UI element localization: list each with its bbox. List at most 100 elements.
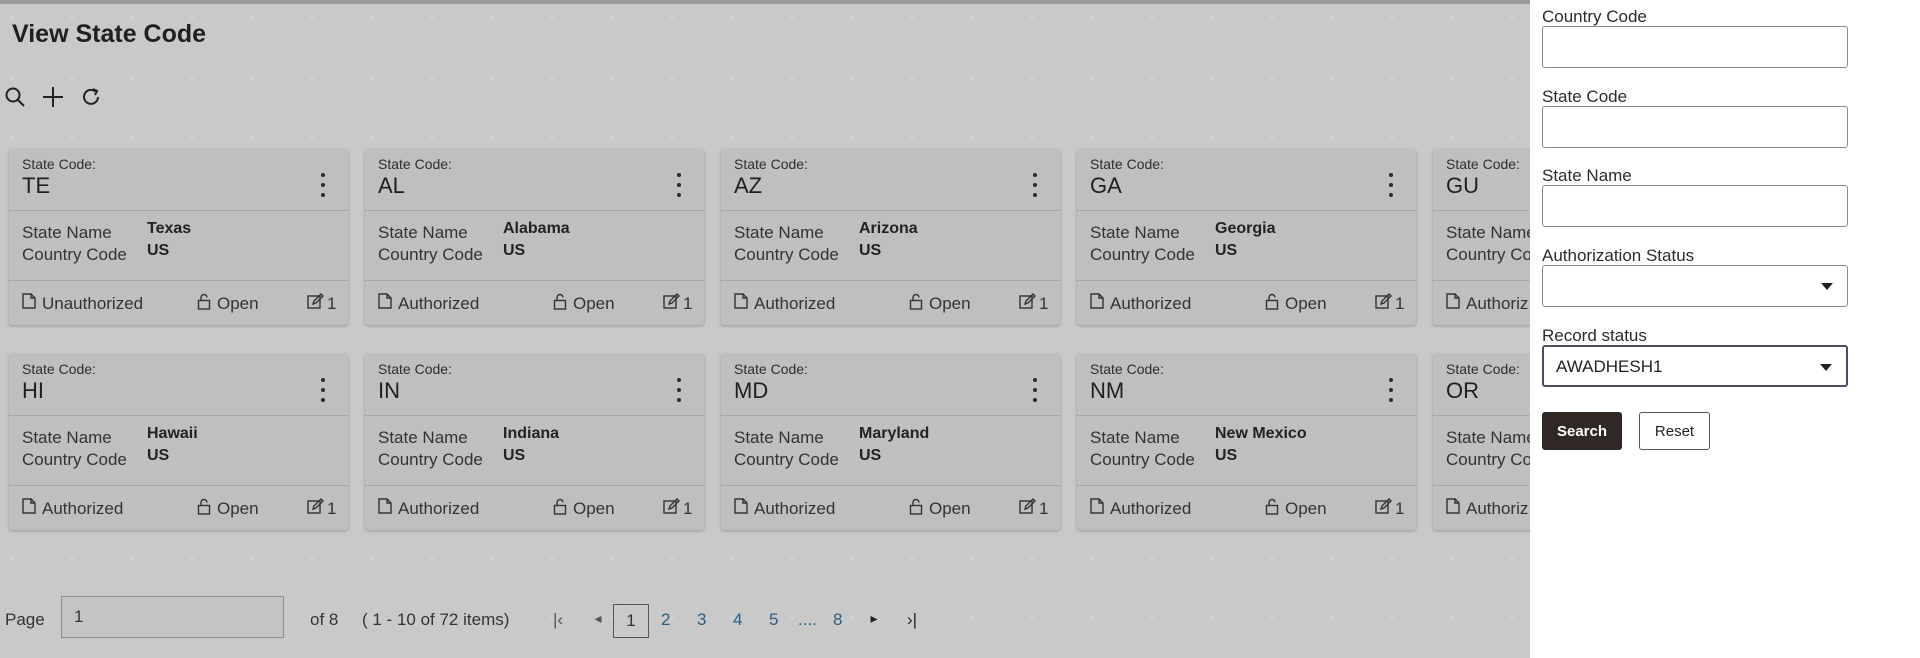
record-status-text: Open xyxy=(573,294,615,313)
state-name-label: State Name xyxy=(1446,223,1530,242)
add-icon[interactable] xyxy=(40,84,66,110)
first-page-icon[interactable]: |‹ xyxy=(548,610,568,630)
card-footer: Authorized Open 1 xyxy=(9,486,348,530)
country-code-value: US xyxy=(1215,447,1238,464)
authorization-status: Authorized xyxy=(1090,293,1191,314)
state-code-value: NM xyxy=(1090,378,1125,403)
state-card[interactable]: State Code: IN State Name Indiana Country Co… xyxy=(365,354,704,530)
main-content-area: View State Code State Code: TE State Name T… xyxy=(0,0,1530,658)
state-code-input[interactable] xyxy=(1542,106,1848,148)
card-body: State Name New Mexico Country Code US xyxy=(1077,416,1416,486)
unlock-icon xyxy=(553,498,567,520)
card-footer: AuthorizOpen xyxy=(1433,486,1530,530)
unlock-icon xyxy=(909,498,923,520)
document-icon xyxy=(378,498,392,519)
country-code-value: US xyxy=(503,242,526,259)
modification-count-value: 1 xyxy=(327,499,337,518)
more-options-icon[interactable] xyxy=(674,173,684,197)
state-card[interactable]: State Code:GU State Name Country Code Autho… xyxy=(1433,149,1530,325)
refresh-icon[interactable] xyxy=(78,84,104,110)
page-button[interactable]: 8 xyxy=(833,610,842,630)
card-body: State Name Alabama Country Code US xyxy=(365,211,704,281)
authorization-status: Authorized xyxy=(1090,498,1191,519)
card-footer: Authorized Open 1 xyxy=(365,281,704,325)
country-code-value: US xyxy=(147,242,170,259)
modification-count: 1 xyxy=(663,293,692,315)
country-code-label: Country Code xyxy=(1542,7,1647,26)
authorization-status-select[interactable] xyxy=(1542,265,1848,307)
more-options-icon[interactable] xyxy=(318,378,328,402)
more-options-icon[interactable] xyxy=(1386,173,1396,197)
page-button-current[interactable]: 1 xyxy=(613,604,649,638)
state-name-label: State Name xyxy=(22,223,112,242)
more-options-icon[interactable] xyxy=(1386,378,1396,402)
state-name-label: State Name xyxy=(1446,428,1530,447)
more-options-icon[interactable] xyxy=(1030,378,1040,402)
state-card[interactable]: State Code: NM State Name New Mexico Country… xyxy=(1077,354,1416,530)
state-card[interactable]: State Code: AZ State Name Arizona Country Co… xyxy=(721,149,1060,325)
record-status: Open xyxy=(1265,293,1327,315)
country-code-value: US xyxy=(147,447,170,464)
country-code-label: Country Code xyxy=(1090,450,1195,469)
more-options-icon[interactable] xyxy=(1030,173,1040,197)
card-body: State Name Hawaii Country Code US xyxy=(9,416,348,486)
record-status-text: Open xyxy=(217,499,259,518)
state-name-value: Georgia xyxy=(1215,220,1276,237)
country-code-input[interactable] xyxy=(1542,26,1848,68)
state-card[interactable]: State Code: MD State Name Maryland Country C… xyxy=(721,354,1060,530)
state-card[interactable]: State Code: HI State Name Hawaii Country Cod… xyxy=(9,354,348,530)
state-card[interactable]: State Code:OR State Name Country Code Autho… xyxy=(1433,354,1530,530)
search-button[interactable]: Search xyxy=(1542,412,1622,450)
authorization-status: Authorized xyxy=(378,498,479,519)
authorization-status-label: Authorization Status xyxy=(1542,246,1695,265)
search-panel: Country Code State Code State Name Autho… xyxy=(1534,0,1920,658)
state-name-label: State Name xyxy=(22,428,112,447)
record-status-value: AWADHESH1 xyxy=(1556,357,1663,376)
state-code-label: State Code: xyxy=(1446,156,1520,172)
more-options-icon[interactable] xyxy=(674,378,684,402)
page-button[interactable]: 4 xyxy=(733,610,742,630)
items-count: ( 1 - 10 of 72 items) xyxy=(362,610,510,629)
prev-page-icon[interactable]: ◂ xyxy=(588,610,608,627)
state-card[interactable]: State Code: AL State Name Alabama Country Co… xyxy=(365,149,704,325)
edit-icon xyxy=(1019,498,1036,520)
record-status-text: Open xyxy=(1285,499,1327,518)
record-status: Open xyxy=(197,293,259,315)
next-page-icon[interactable]: ▸ xyxy=(864,610,884,627)
state-card[interactable]: State Code: TE State Name Texas Country Code… xyxy=(9,149,348,325)
card-footer: Authorized Open 1 xyxy=(721,281,1060,325)
modification-count: 1 xyxy=(663,498,692,520)
page-button[interactable]: 5 xyxy=(769,610,778,630)
card-header: State Code: NM xyxy=(1077,354,1416,416)
modification-count: 1 xyxy=(307,498,336,520)
record-status-text: Open xyxy=(217,294,259,313)
state-code-label: State Code: xyxy=(22,361,96,377)
page-button[interactable]: 2 xyxy=(661,610,670,630)
state-code-label: State Code: xyxy=(1446,361,1520,377)
state-code-label: State Code: xyxy=(378,361,452,377)
country-code-label: Country Code xyxy=(22,245,127,264)
state-code-value: HI xyxy=(22,378,44,403)
authorization-status-text: Authorized xyxy=(1110,293,1192,313)
card-body: State Name Country Code xyxy=(1433,416,1530,486)
unlock-icon xyxy=(909,293,923,315)
edit-icon xyxy=(1019,293,1036,315)
record-status: Open xyxy=(1265,498,1327,520)
last-page-icon[interactable]: ›| xyxy=(902,610,922,630)
edit-icon xyxy=(1375,293,1392,315)
page-number-input[interactable] xyxy=(61,596,284,638)
more-options-icon[interactable] xyxy=(318,173,328,197)
edit-icon xyxy=(1375,498,1392,520)
record-status: Open xyxy=(909,498,971,520)
state-code-label: State Code: xyxy=(734,361,808,377)
state-card[interactable]: State Code: GA State Name Georgia Country Co… xyxy=(1077,149,1416,325)
chevron-down-icon xyxy=(1821,283,1833,290)
country-code-label: Country Code xyxy=(1446,245,1530,264)
page-button[interactable]: 3 xyxy=(697,610,706,630)
search-icon[interactable] xyxy=(2,84,28,110)
state-name-input[interactable] xyxy=(1542,185,1848,227)
card-body: State Name Arizona Country Code US xyxy=(721,211,1060,281)
authorization-status-text: Authorized xyxy=(398,498,480,518)
record-status-select[interactable]: AWADHESH1 xyxy=(1542,345,1848,387)
reset-button[interactable]: Reset xyxy=(1639,412,1710,450)
